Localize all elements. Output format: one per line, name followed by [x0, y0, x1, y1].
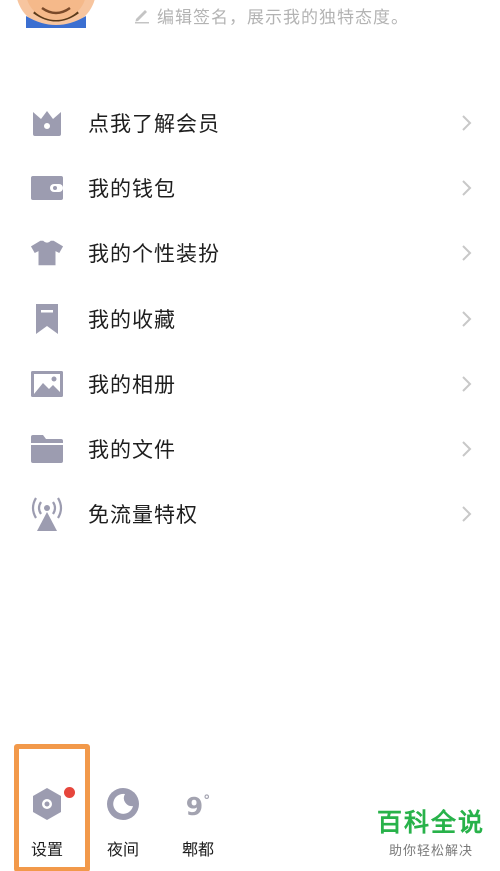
- signature-placeholder: 编辑签名，展示我的独特态度。: [157, 7, 409, 28]
- menu-item-label: 免流量特权: [88, 503, 198, 528]
- weather-temperature: 9°: [185, 792, 211, 821]
- menu-item-album[interactable]: 我的相册: [0, 351, 500, 416]
- profile-page: 编辑签名，展示我的独特态度。 点我了解会员 我的钱包 我的个性装扮 我的收藏 我…: [0, 0, 500, 871]
- signal-tower-icon: [30, 497, 64, 532]
- watermark-subtitle: 助你轻松解决: [388, 844, 473, 859]
- edit-pencil-icon: [135, 10, 149, 24]
- menu-item-wallet[interactable]: 我的钱包: [0, 155, 500, 220]
- signature-field[interactable]: 编辑签名，展示我的独特态度。: [133, 2, 409, 28]
- menu-item-label: 我的文件: [88, 438, 176, 463]
- menu-item-dress-up[interactable]: 我的个性装扮: [0, 221, 500, 286]
- chevron-right-icon: [462, 245, 472, 261]
- menu-item-label: 我的收藏: [88, 307, 176, 332]
- bookmark-icon: [30, 302, 64, 336]
- profile-menu: 点我了解会员 我的钱包 我的个性装扮 我的收藏 我的相册 我的文件 免流量特权: [0, 90, 500, 547]
- menu-item-free-data[interactable]: 免流量特权: [0, 482, 500, 547]
- menu-item-label: 我的个性装扮: [88, 242, 220, 267]
- menu-item-files[interactable]: 我的文件: [0, 416, 500, 481]
- photo-icon: [30, 367, 64, 401]
- chevron-right-icon: [462, 114, 472, 131]
- notification-dot: [64, 787, 75, 798]
- chevron-right-icon: [462, 310, 472, 327]
- night-mode-button[interactable]: 夜间: [93, 786, 153, 860]
- menu-item-label: 我的相册: [88, 372, 176, 397]
- crown-icon: [30, 106, 64, 140]
- settings-highlight-box: [14, 744, 90, 871]
- chevron-right-icon: [462, 376, 472, 392]
- watermark: 百科全说 助你轻松解决: [372, 808, 490, 859]
- night-mode-label: 夜间: [106, 840, 139, 859]
- avatar[interactable]: [12, 0, 100, 28]
- folder-icon: [30, 432, 64, 466]
- chevron-right-icon: [462, 506, 472, 523]
- chevron-right-icon: [462, 180, 472, 196]
- moon-icon: [107, 788, 139, 820]
- menu-item-favorites[interactable]: 我的收藏: [0, 286, 500, 351]
- menu-item-label: 我的钱包: [88, 176, 176, 201]
- weather-city: 郫都: [181, 840, 214, 859]
- weather-button[interactable]: 9° 郫都: [168, 786, 228, 860]
- watermark-title: 百科全说: [376, 808, 485, 837]
- shirt-icon: [30, 236, 64, 270]
- menu-item-label: 点我了解会员: [88, 111, 220, 136]
- chevron-right-icon: [462, 441, 472, 457]
- menu-item-vip[interactable]: 点我了解会员: [0, 90, 500, 155]
- wallet-icon: [30, 171, 64, 205]
